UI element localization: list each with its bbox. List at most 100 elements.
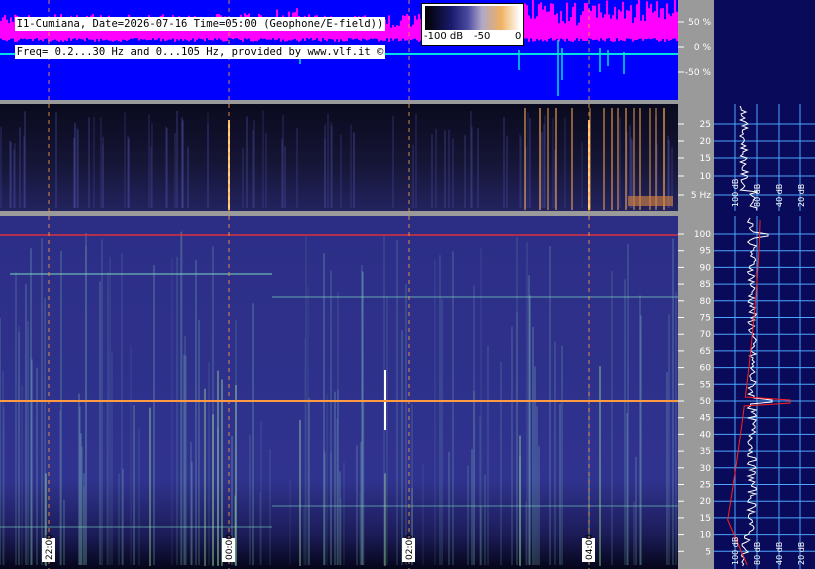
spectrogram-low-freq <box>0 104 678 211</box>
spectrum-low-x-label: 20 dB <box>797 184 806 207</box>
envelope-bar <box>662 8 664 39</box>
envelope-bar <box>612 15 614 42</box>
envelope-bar <box>412 24 414 40</box>
envelope-bar <box>644 21 646 40</box>
envelope-bar <box>658 17 660 42</box>
envelope-bar <box>616 19 618 39</box>
wave-tick-label: 0 % <box>694 43 712 53</box>
envelope-bar <box>650 3 652 40</box>
envelope-bar <box>558 23 560 42</box>
envelope-bar <box>400 20 402 41</box>
envelope-bar <box>664 19 666 42</box>
envelope-bar <box>638 0 640 39</box>
time-label: 22:00 <box>42 534 55 562</box>
wave-tick-label: -50 % <box>685 68 712 78</box>
envelope-bar <box>666 3 668 40</box>
full-spec-tick-label: 75 <box>700 314 711 324</box>
low-spec-tick-label: 10 <box>700 172 712 182</box>
envelope-bar <box>636 4 638 41</box>
envelope-bar <box>602 17 604 41</box>
envelope-bar <box>646 1 648 40</box>
envelope-bar <box>576 25 578 39</box>
chart-header: I1-Cumiana, Date=2026-07-16 Time=05:00 (… <box>2 3 386 59</box>
envelope-bar <box>622 1 624 41</box>
spectrum-low-x-label: 40 dB <box>775 184 784 207</box>
full-spec-tick-label: 45 <box>700 414 711 424</box>
envelope-bar <box>546 11 548 42</box>
envelope-bar <box>398 25 400 42</box>
envelope-bar <box>414 15 416 39</box>
envelope-bar <box>416 19 418 41</box>
envelope-bar <box>632 23 634 42</box>
envelope-bar <box>676 11 678 42</box>
svg-text:02:00: 02:00 <box>405 534 415 560</box>
full-spec-tick-label: 85 <box>700 280 711 290</box>
full-spec-tick-label: 35 <box>700 447 711 457</box>
envelope-bar <box>526 5 528 39</box>
envelope-bar <box>410 26 412 41</box>
envelope-bar <box>654 11 656 39</box>
wave-tick-label: 50 % <box>688 18 711 28</box>
spectrum-full-x-label: 80 dB <box>753 542 762 565</box>
full-spec-tick-label: 25 <box>700 481 711 491</box>
spectrum-full-x-label: 40 dB <box>775 542 784 565</box>
spectrum-panel-top-bg <box>714 0 815 104</box>
envelope-bar <box>630 5 632 40</box>
envelope-bar <box>580 15 582 39</box>
spectrum-full-x-label: 100 dB <box>731 537 740 565</box>
envelope-bar <box>578 22 580 42</box>
envelope-bar <box>674 0 676 39</box>
colorbar-label-min: -100 dB <box>424 31 464 42</box>
envelope-bar <box>570 17 572 42</box>
envelope-bar <box>652 12 654 39</box>
full-spec-tick-label: 15 <box>700 514 711 524</box>
full-spec-tick-label: 65 <box>700 347 711 357</box>
envelope-bar <box>404 15 406 41</box>
full-spec-tick-label: 100 <box>694 230 711 240</box>
colorbar-label-mid: -50 <box>474 31 491 42</box>
colorbar-label-max: 0 <box>515 31 522 42</box>
envelope-bar <box>582 11 584 41</box>
envelope-bar <box>618 9 620 42</box>
envelope-bar <box>532 0 534 42</box>
colorbar-gradient <box>425 6 520 30</box>
header-line-1: I1-Cumiana, Date=2026-07-16 Time=05:00 (… <box>14 17 386 31</box>
envelope-bar <box>608 14 610 39</box>
envelope-bar <box>598 3 600 42</box>
envelope-bar <box>402 15 404 39</box>
envelope-bar <box>528 15 530 42</box>
envelope-bar <box>406 14 408 41</box>
envelope-bar <box>550 3 552 39</box>
envelope-bar <box>648 8 650 39</box>
envelope-bar <box>590 11 592 39</box>
low-spec-hotspot <box>628 196 673 206</box>
spectrum-low-x-label: 80 dB <box>753 184 762 207</box>
envelope-bar <box>556 13 558 39</box>
full-spec-tick-label: 90 <box>700 263 712 273</box>
envelope-bar <box>628 10 630 39</box>
full-spec-tick-label: 20 <box>700 497 712 507</box>
separator-mid <box>0 211 678 216</box>
envelope-bar <box>542 9 544 42</box>
full-spec-tick-label: 10 <box>700 531 712 541</box>
envelope-bar <box>536 16 538 39</box>
svg-text:04:00: 04:00 <box>585 534 595 560</box>
envelope-bar <box>524 3 526 39</box>
vlf-monitor-chart: 50 %0 %-50 % 252015105 Hz 10095908580757… <box>0 0 815 569</box>
time-label: 04:00 <box>582 534 595 562</box>
low-spec-tick-label: 25 <box>700 120 711 130</box>
envelope-bar <box>530 18 532 39</box>
envelope-bar <box>560 11 562 39</box>
envelope-bar <box>600 12 602 39</box>
envelope-bar <box>610 18 612 42</box>
full-spec-tick-label: 60 <box>700 364 712 374</box>
envelope-bar <box>660 8 662 41</box>
envelope-bar <box>668 13 670 41</box>
envelope-bar <box>554 14 556 41</box>
envelope-bar <box>544 5 546 41</box>
envelope-bar <box>596 17 598 40</box>
envelope-bar <box>388 15 390 42</box>
envelope-bar <box>672 13 674 39</box>
envelope-bar <box>562 20 564 40</box>
envelope-bar <box>624 18 626 42</box>
